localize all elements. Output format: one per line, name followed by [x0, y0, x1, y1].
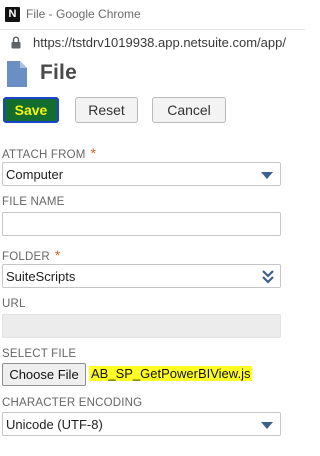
window-titlebar: N File - Google Chrome: [0, 0, 305, 30]
netsuite-logo-icon: N: [5, 7, 20, 22]
double-chevron-down-icon: [262, 270, 274, 284]
url-text[interactable]: https://tstdrv1019938.app.netsuite.com/a…: [33, 35, 286, 50]
folder-label: FOLDER *: [2, 247, 61, 263]
folder-value: SuiteScripts: [6, 269, 76, 284]
chevron-down-icon: [261, 422, 273, 429]
character-encoding-value: Unicode (UTF-8): [6, 417, 103, 432]
page-title: File: [40, 61, 77, 84]
file-icon: [7, 61, 27, 87]
attach-from-value: Computer: [6, 167, 64, 182]
reset-button[interactable]: Reset: [75, 97, 138, 123]
url-label: URL: [2, 298, 26, 310]
select-file-label: SELECT FILE: [2, 348, 77, 360]
lock-icon: [11, 36, 21, 49]
chosen-file-name: AB_SP_GetPowerBIView.js: [89, 366, 253, 381]
folder-select[interactable]: SuiteScripts: [2, 264, 281, 288]
character-encoding-select[interactable]: Unicode (UTF-8): [2, 412, 281, 436]
choose-file-button[interactable]: Choose File: [2, 363, 86, 386]
attach-from-select[interactable]: Computer: [2, 162, 281, 186]
file-name-label: FILE NAME: [2, 196, 65, 208]
attach-from-label-text: ATTACH FROM: [2, 149, 86, 161]
file-name-input[interactable]: [2, 212, 281, 236]
address-bar[interactable]: https://tstdrv1019938.app.netsuite.com/a…: [0, 30, 305, 56]
attach-from-label: ATTACH FROM *: [2, 145, 96, 161]
required-marker: *: [54, 247, 61, 263]
folder-label-text: FOLDER: [2, 251, 50, 263]
required-marker: *: [90, 145, 97, 161]
character-encoding-label: CHARACTER ENCODING: [2, 397, 143, 409]
window-title: File - Google Chrome: [26, 7, 141, 21]
cancel-button[interactable]: Cancel: [152, 97, 226, 123]
chevron-down-icon: [261, 172, 273, 179]
save-button[interactable]: Save: [3, 97, 59, 123]
url-field: [2, 314, 281, 338]
